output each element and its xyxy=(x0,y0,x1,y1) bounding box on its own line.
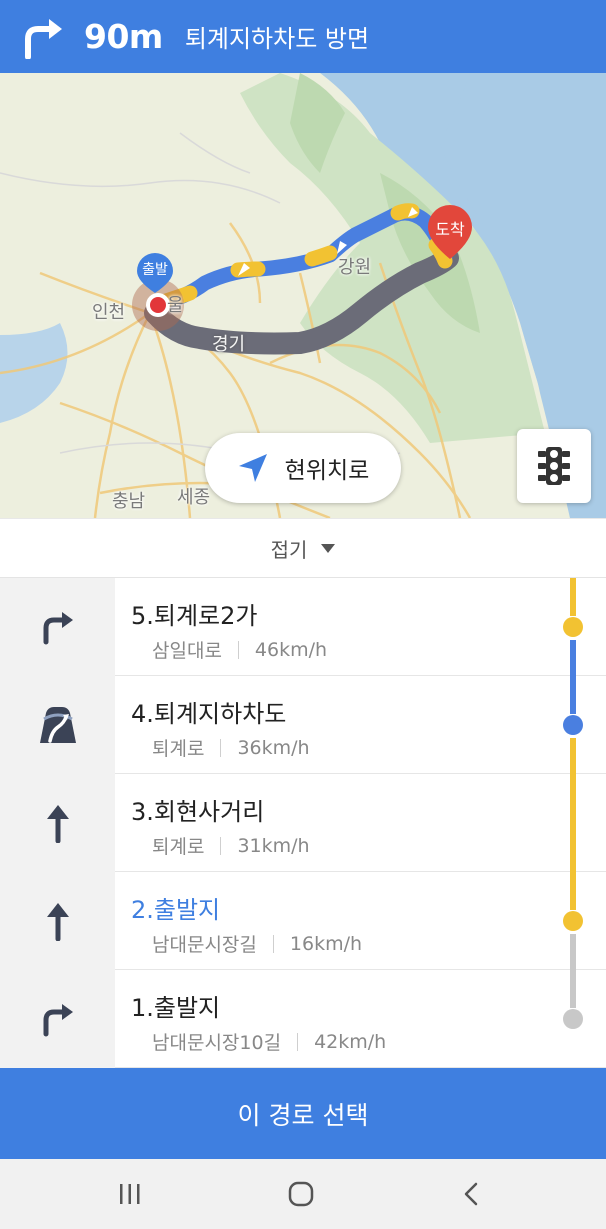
timeline-dot xyxy=(563,1009,583,1029)
timeline-dot xyxy=(563,715,583,735)
step-icon-cell xyxy=(0,872,115,970)
navigation-arrow-icon xyxy=(238,454,267,482)
step-speed: 31km/h xyxy=(237,834,310,857)
step-speed: 16km/h xyxy=(289,932,363,955)
separator xyxy=(237,640,239,659)
system-navigation-bar xyxy=(0,1159,606,1229)
map-label-chungnam: 충남 xyxy=(112,491,146,512)
step-icon-cell xyxy=(0,578,115,676)
step-speed: 42km/h xyxy=(314,1030,387,1053)
turn-right-icon xyxy=(43,612,73,645)
route-step[interactable]: 4.퇴계지하차도 퇴계로 36km/h xyxy=(0,676,606,774)
step-icon-cell xyxy=(0,676,115,774)
step-road: 퇴계로 xyxy=(152,836,205,858)
step-title: 3.회현사거리 xyxy=(131,798,265,826)
route-traffic-timeline xyxy=(563,578,583,1029)
step-road: 퇴계로 xyxy=(152,738,205,760)
step-road: 남대문시장10길 xyxy=(152,1032,282,1054)
map-label-gangwon: 강원 xyxy=(338,257,372,278)
map-label-incheon: 인천 xyxy=(92,302,126,323)
step-details: 남대문시장10길 42km/h xyxy=(152,1028,386,1055)
guidance-bar: 90m 퇴계지하차도 방면 xyxy=(0,0,606,73)
select-route-label: 이 경로 선택 xyxy=(237,1100,369,1130)
home-icon xyxy=(288,1181,314,1207)
home-button[interactable] xyxy=(261,1159,341,1229)
guidance-direction: 퇴계지하차도 방면 xyxy=(184,25,370,53)
route-step[interactable]: 1.출발지 남대문시장10길 42km/h xyxy=(0,970,606,1068)
step-title: 1.출발지 xyxy=(131,994,221,1022)
separator xyxy=(297,1032,299,1051)
separator xyxy=(220,738,222,757)
current-location-button[interactable]: 현위치로 xyxy=(205,433,401,503)
step-details: 퇴계로 31km/h xyxy=(152,832,310,859)
separator xyxy=(220,836,222,855)
end-pin[interactable]: 도착 xyxy=(425,203,475,261)
back-button[interactable] xyxy=(431,1159,511,1229)
map-label-gyeonggi: 경기 xyxy=(212,334,246,355)
turn-right-icon xyxy=(25,18,62,59)
step-road: 남대문시장길 xyxy=(152,934,257,956)
start-pin[interactable]: 출발 xyxy=(135,251,175,295)
step-details: 남대문시장길 16km/h xyxy=(152,930,362,957)
straight-arrow-icon xyxy=(46,805,69,843)
map-label-sejong: 세종 xyxy=(177,487,211,508)
end-pin-label: 도착 xyxy=(435,220,465,239)
timeline-dot xyxy=(563,617,583,637)
route-step[interactable]: 3.회현사거리 퇴계로 31km/h xyxy=(0,774,606,872)
start-pin-label: 출발 xyxy=(142,262,168,278)
underpass-icon xyxy=(39,707,76,743)
traffic-toggle-button[interactable] xyxy=(517,429,591,503)
route-step-list: 5.퇴계로2가 삼일대로 46km/h 4.퇴계지하차도 퇴계로 36km/h xyxy=(0,578,606,1068)
step-speed: 36km/h xyxy=(237,736,310,759)
separator xyxy=(272,934,274,953)
step-icon-cell xyxy=(0,774,115,872)
select-route-button[interactable]: 이 경로 선택 xyxy=(0,1068,606,1159)
guidance-distance: 90m xyxy=(84,17,163,56)
recent-apps-button[interactable] xyxy=(90,1159,170,1229)
step-icon-cell xyxy=(0,970,115,1068)
current-location-label: 현위치로 xyxy=(284,458,370,484)
route-step-active[interactable]: 2.출발지 남대문시장길 16km/h xyxy=(0,872,606,970)
straight-arrow-icon xyxy=(46,903,69,941)
back-icon xyxy=(464,1182,478,1206)
step-speed: 46km/h xyxy=(254,638,328,661)
caret-down-icon xyxy=(321,543,336,553)
step-details: 퇴계로 36km/h xyxy=(152,734,310,761)
collapse-label: 접기 xyxy=(270,537,308,562)
timeline-dot xyxy=(563,911,583,931)
step-title: 4.퇴계지하차도 xyxy=(131,700,287,728)
recent-apps-icon xyxy=(120,1184,140,1204)
step-title: 2.출발지 xyxy=(131,896,221,924)
traffic-light-icon xyxy=(538,447,570,485)
route-step[interactable]: 5.퇴계로2가 삼일대로 46km/h xyxy=(0,578,606,676)
turn-right-icon xyxy=(43,1004,73,1037)
step-road: 삼일대로 xyxy=(152,640,222,662)
collapse-toggle[interactable]: 접기 xyxy=(0,518,606,578)
route-map[interactable]: 인천 울 경기 강원 충남 세종 출발 도착 현위치로 xyxy=(0,73,606,518)
step-title: 5.퇴계로2가 xyxy=(131,602,258,630)
step-details: 삼일대로 46km/h xyxy=(152,636,327,663)
